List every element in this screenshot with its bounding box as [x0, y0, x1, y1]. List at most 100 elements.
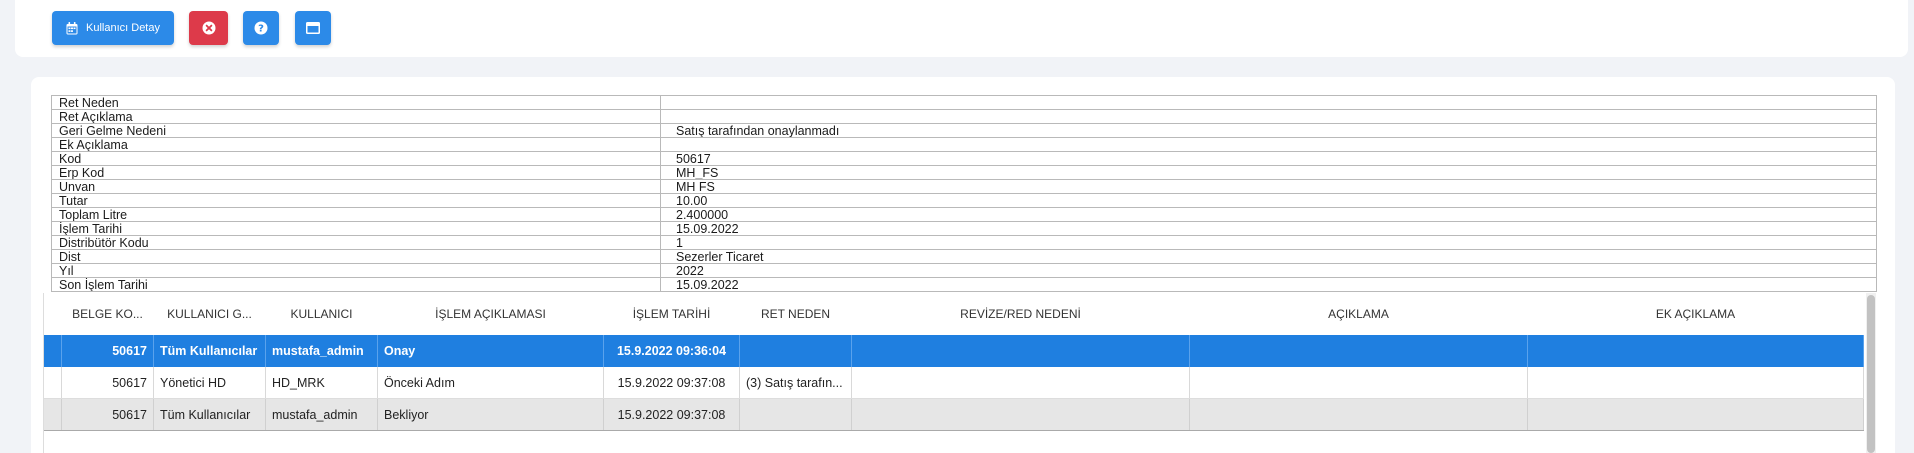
detail-label: Ret Neden [51, 95, 661, 110]
window-button[interactable] [295, 11, 331, 45]
table-cell: 15.9.2022 09:36:04 [604, 335, 740, 367]
table-row[interactable]: 50617 Tüm Kullanıcılar mustafa_admin Onay 15… [44, 335, 1864, 367]
detail-row: Ek Açıklama [51, 137, 1877, 152]
detail-row: Geri Gelme Nedeni Satış tarafından onayla… [51, 123, 1877, 138]
detail-label: Toplam Litre [51, 207, 661, 222]
toolbar: Kullanıcı Detay ? [15, 0, 1908, 57]
table-cell: Önceki Adım [378, 367, 604, 398]
detail-row: Son İşlem Tarihi 15.09.2022 [51, 277, 1877, 292]
detail-value: 15.09.2022 [660, 277, 1877, 292]
table-cell [740, 335, 852, 367]
close-button[interactable] [189, 11, 228, 45]
svg-text:?: ? [258, 24, 264, 35]
table-cell: Tüm Kullanıcılar [154, 335, 266, 367]
detail-row: Erp Kod MH_FS [51, 165, 1877, 180]
detail-label: Tutar [51, 193, 661, 208]
table-cell [740, 399, 852, 430]
grid-scrollbar-thumb[interactable] [1867, 295, 1875, 453]
table-cell: Yönetici HD [154, 367, 266, 398]
table-cell [852, 367, 1190, 398]
table-cell: 15.9.2022 09:37:08 [604, 399, 740, 430]
detail-value: Satış tarafından onaylanmadı [660, 123, 1877, 138]
table-cell: mustafa_admin [266, 399, 378, 430]
detail-label: Distribütör Kodu [51, 235, 661, 250]
detail-row: İşlem Tarihi 15.09.2022 [51, 221, 1877, 236]
history-grid: BELGE KO... KULLANICI G... KULLANICI İŞLEM … [43, 293, 1877, 453]
select-column-header[interactable] [44, 293, 62, 335]
detail-value: 15.09.2022 [660, 221, 1877, 236]
close-circle-icon [202, 21, 216, 35]
table-cell [1528, 399, 1864, 430]
detail-label: Dist [51, 249, 661, 264]
table-cell: Onay [378, 335, 604, 367]
detail-label: Son İşlem Tarihi [51, 277, 661, 292]
detail-label: İşlem Tarihi [51, 221, 661, 236]
detail-row: Unvan MH FS [51, 179, 1877, 194]
detail-label: Ret Açıklama [51, 109, 661, 124]
detail-value [660, 137, 1877, 152]
detail-value: MH_FS [660, 165, 1877, 180]
detail-label: Erp Kod [51, 165, 661, 180]
detail-value: 1 [660, 235, 1877, 250]
reject-reason-header[interactable]: RET NEDEN [740, 293, 852, 335]
table-cell: Bekliyor [378, 399, 604, 430]
user-header[interactable]: KULLANICI [266, 293, 378, 335]
table-cell: mustafa_admin [266, 335, 378, 367]
detail-value: 2.400000 [660, 207, 1877, 222]
detail-label: Geri Gelme Nedeni [51, 123, 661, 138]
table-row[interactable]: 50617 Yönetici HD HD_MRK Önceki Adım 15.9.20… [44, 367, 1864, 399]
table-cell [1190, 367, 1528, 398]
detail-row: Tutar 10.00 [51, 193, 1877, 208]
action-date-header[interactable]: İŞLEM TARİHİ [604, 293, 740, 335]
table-cell [852, 335, 1190, 367]
table-cell [44, 335, 62, 367]
window-icon [306, 22, 320, 34]
document-code-header[interactable]: BELGE KO... [62, 293, 154, 335]
grid-header: BELGE KO... KULLANICI G... KULLANICI İŞLEM … [44, 293, 1864, 335]
detail-row: Ret Açıklama [51, 109, 1877, 124]
table-cell [852, 399, 1190, 430]
detail-row: Dist Sezerler Ticaret [51, 249, 1877, 264]
revise-reason-header[interactable]: REVİZE/RED NEDENİ [852, 293, 1190, 335]
table-cell: 50617 [62, 367, 154, 398]
table-row[interactable]: 50617 Tüm Kullanıcılar mustafa_admin Bekliy… [44, 399, 1864, 431]
table-cell [1190, 399, 1528, 430]
table-cell: (3) Satış tarafın... [740, 367, 852, 398]
table-cell [1190, 335, 1528, 367]
detail-value: 50617 [660, 151, 1877, 166]
detail-value: 2022 [660, 263, 1877, 278]
user-detail-button[interactable]: Kullanıcı Detay [52, 11, 174, 45]
detail-value: 10.00 [660, 193, 1877, 208]
detail-value: MH FS [660, 179, 1877, 194]
user-group-header[interactable]: KULLANICI G... [154, 293, 266, 335]
table-cell: HD_MRK [266, 367, 378, 398]
table-cell [44, 399, 62, 430]
table-cell: 50617 [62, 399, 154, 430]
detail-value [660, 109, 1877, 124]
detail-table: Ret Neden Ret Açıklama Geri Gelme Nedeni Sa… [51, 95, 1877, 292]
detail-value [660, 95, 1877, 110]
detail-row: Distribütör Kodu 1 [51, 235, 1877, 250]
table-cell [44, 367, 62, 398]
detail-label: Unvan [51, 179, 661, 194]
detail-value: Sezerler Ticaret [660, 249, 1877, 264]
detail-row: Kod 50617 [51, 151, 1877, 166]
table-cell: 15.9.2022 09:37:08 [604, 367, 740, 398]
detail-row: Yıl 2022 [51, 263, 1877, 278]
table-cell [1528, 367, 1864, 398]
table-cell: Tüm Kullanıcılar [154, 399, 266, 430]
detail-label: Yıl [51, 263, 661, 278]
user-detail-label: Kullanıcı Detay [86, 22, 160, 34]
calendar-icon [66, 21, 78, 35]
extra-description-header[interactable]: EK AÇIKLAMA [1528, 293, 1864, 335]
help-button[interactable]: ? [243, 11, 279, 45]
table-cell: 50617 [62, 335, 154, 367]
action-description-header[interactable]: İŞLEM AÇIKLAMASI [378, 293, 604, 335]
detail-label: Ek Açıklama [51, 137, 661, 152]
question-circle-icon: ? [254, 21, 268, 35]
detail-label: Kod [51, 151, 661, 166]
description-header[interactable]: AÇIKLAMA [1190, 293, 1528, 335]
detail-row: Ret Neden [51, 95, 1877, 110]
table-cell [1528, 335, 1864, 367]
detail-row: Toplam Litre 2.400000 [51, 207, 1877, 222]
